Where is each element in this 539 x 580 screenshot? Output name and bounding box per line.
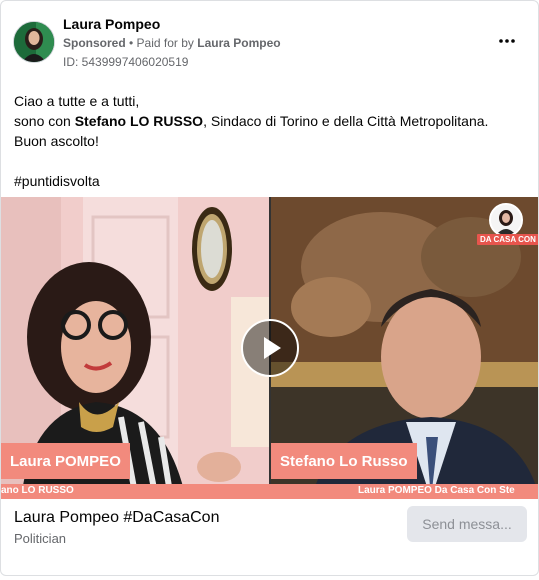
play-icon	[264, 337, 281, 359]
da-casa-con-label: DA CASA CON	[477, 234, 538, 245]
page-name-link[interactable]: Laura Pompeo	[63, 16, 160, 32]
video-player[interactable]: Laura POMPEO Stefano Lo Russo DA CASA CO…	[1, 197, 538, 499]
da-casa-con-logo	[489, 203, 523, 237]
ticker-right-text: Laura POMPEO Da Casa Con Ste	[358, 485, 515, 496]
send-message-button[interactable]: Send messa...	[407, 506, 527, 542]
hashtag-link[interactable]: #puntidisvolta	[14, 171, 529, 191]
play-button[interactable]	[241, 319, 299, 377]
paid-prefix: • Paid for by	[125, 36, 198, 50]
name-tag-left: Laura POMPEO	[1, 443, 130, 479]
footer-page-title[interactable]: Laura Pompeo #DaCasaCon	[14, 509, 219, 527]
ticker-left-text: ano LO RUSSO	[1, 485, 74, 496]
line2-prefix: sono con	[14, 113, 75, 129]
name-tag-right: Stefano Lo Russo	[271, 443, 417, 479]
post-text-line-2: sono con Stefano LO RUSSO, Sindaco di To…	[14, 111, 529, 131]
ad-card: Laura Pompeo Sponsored • Paid for by Lau…	[0, 0, 539, 576]
line2-suffix: , Sindaco di Torino e della Città Metrop…	[203, 113, 489, 129]
more-options-button[interactable]	[495, 29, 519, 53]
post-text-line-3: Buon ascolto!	[14, 133, 99, 149]
more-horizontal-icon	[499, 39, 515, 43]
post-text: Ciao a tutte e a tutti, sono con Stefano…	[14, 91, 529, 191]
ad-id: ID: 5439997406020519	[63, 55, 189, 69]
sponsored-line: Sponsored • Paid for by Laura Pompeo	[63, 36, 281, 50]
mention-bold: Stefano LO RUSSO	[74, 113, 204, 129]
post-text-line-1: Ciao a tutte e a tutti,	[14, 93, 140, 109]
paid-by-link[interactable]: Laura Pompeo	[197, 36, 280, 50]
avatar[interactable]	[13, 21, 55, 63]
news-ticker: ano LO RUSSO Laura POMPEO Da Casa Con St…	[1, 484, 538, 499]
footer-page-category: Politician	[14, 531, 67, 546]
sponsored-label: Sponsored	[63, 36, 126, 50]
